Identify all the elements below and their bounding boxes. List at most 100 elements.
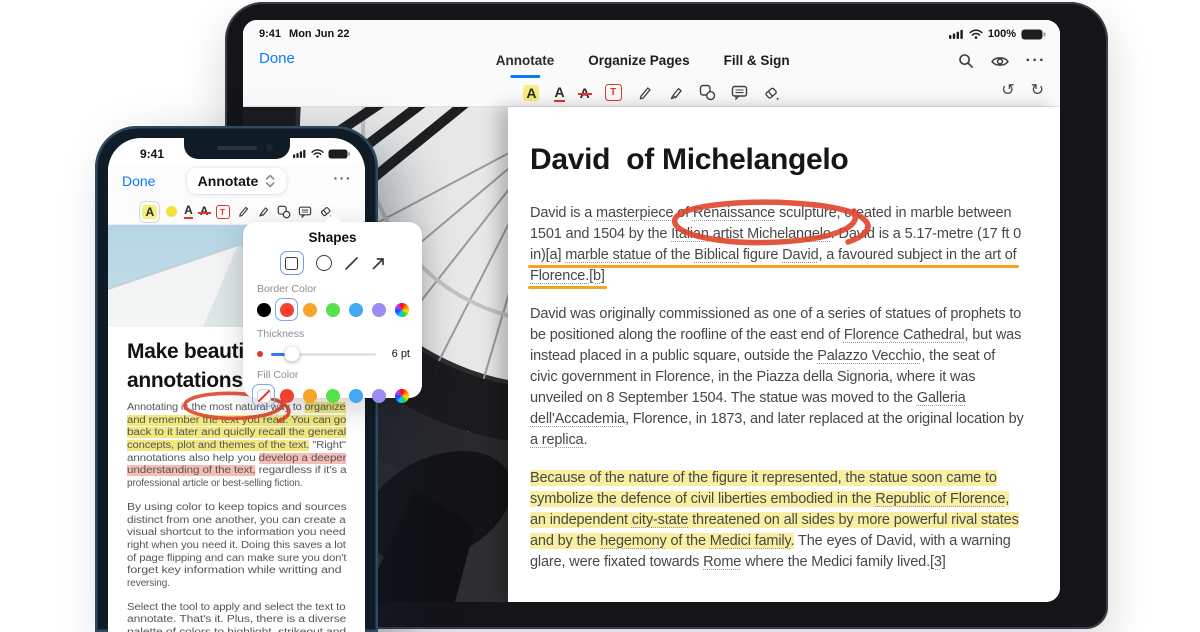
text-line: dell'Accademia, Florence, in 1873, and l… — [530, 409, 1024, 430]
pen-icon[interactable] — [237, 205, 250, 218]
done-button[interactable]: Done — [259, 50, 295, 67]
text-line: and by the hegemony of the Medici family… — [530, 531, 1011, 552]
more-icon[interactable]: ··· — [1026, 52, 1046, 70]
highlighter-text-icon[interactable]: A — [140, 202, 159, 222]
doc-link[interactable]: Italian — [671, 226, 709, 242]
color-swatch-f4402e[interactable] — [275, 384, 298, 407]
status-time: 9:41 — [259, 28, 281, 40]
text-box-icon[interactable]: T — [605, 84, 622, 101]
done-button[interactable]: Done — [122, 173, 155, 189]
redo-icon[interactable]: ↻ — [1031, 80, 1044, 99]
shapes-icon[interactable] — [277, 205, 291, 219]
doc-link[interactable]: Republic of Florence — [875, 491, 1005, 507]
pen-icon[interactable] — [637, 85, 653, 101]
marker-icon[interactable] — [257, 205, 270, 218]
text-box-icon[interactable]: T — [216, 205, 230, 219]
color-swatch-9b8bf3[interactable] — [367, 298, 390, 321]
color-swatch-rainbow[interactable] — [390, 298, 413, 321]
line-shape-button[interactable] — [344, 256, 359, 271]
doc-link[interactable]: Renaissance — [693, 205, 775, 221]
note-icon[interactable] — [298, 206, 312, 218]
document-title: David of Michelangelo — [530, 143, 1045, 177]
color-swatch-57e24b[interactable] — [321, 298, 344, 321]
strikeout-text-icon[interactable]: A — [580, 85, 590, 101]
slider-track[interactable] — [271, 353, 376, 356]
color-swatch-f4402e[interactable] — [275, 298, 298, 321]
color-swatch-rainbow[interactable] — [390, 384, 413, 407]
note-icon[interactable] — [731, 85, 748, 100]
marketing-scene: 9:41 Mon Jun 22 100% — [0, 0, 1200, 632]
eraser-icon[interactable] — [763, 85, 780, 101]
doc-link[interactable]: Galleria — [917, 390, 966, 406]
text-line: forget key information while writting an… — [127, 565, 341, 578]
color-swatch-3fa9f4[interactable] — [344, 384, 367, 407]
view-settings-icon[interactable] — [991, 55, 1009, 68]
color-swatch-none[interactable] — [252, 384, 275, 407]
square-shape-button[interactable] — [280, 251, 304, 275]
color-swatch-57e24b[interactable] — [321, 384, 344, 407]
tab-annotate[interactable]: Annotate — [496, 53, 555, 68]
text-line: concepts, plot and themes of the text. "… — [127, 440, 346, 453]
text-line: instead placed in a public square, outsi… — [530, 346, 995, 367]
mode-tabs: Annotate Organize Pages Fill & Sign — [496, 53, 790, 68]
ipad-nav-bar: Done Annotate Organize Pages Fill & Sign — [243, 46, 1060, 79]
thickness-slider-thumb[interactable] — [285, 347, 300, 362]
text-line: in)[a] marble statue of the Biblical fig… — [530, 245, 1017, 266]
text-line: a replica. — [530, 430, 587, 451]
popup-caret — [324, 214, 342, 223]
doc-link[interactable]: Rome — [703, 554, 741, 570]
doc-link[interactable]: David — [782, 247, 818, 263]
search-icon[interactable] — [958, 53, 974, 69]
doc-link[interactable]: [a] — [546, 247, 562, 263]
doc-link[interactable]: marble statue — [565, 247, 651, 263]
text-line: glare, were fixated towards Rome where t… — [530, 552, 946, 573]
page-body: Annotating is the most natural way to or… — [127, 402, 346, 632]
doc-link[interactable]: Michelangelo — [747, 226, 831, 242]
circle-shape-button[interactable] — [316, 255, 332, 271]
color-swatch-000000[interactable] — [252, 298, 275, 321]
doc-link[interactable]: Florence. — [530, 268, 589, 284]
thickness-slider: 6 pt — [257, 346, 410, 362]
undo-icon[interactable]: ↺ — [1001, 80, 1014, 99]
color-swatch-f7a428[interactable] — [298, 298, 321, 321]
shapes-icon[interactable] — [699, 84, 716, 101]
status-date: Mon Jun 22 — [289, 28, 350, 40]
tab-fill-and-sign[interactable]: Fill & Sign — [724, 53, 790, 68]
doc-link[interactable]: Florence Cathedral — [844, 327, 965, 343]
strikeout-text-icon[interactable]: A — [200, 205, 209, 218]
underline-text-icon[interactable]: A — [554, 84, 564, 102]
highlighter-text-icon[interactable]: A — [523, 85, 539, 101]
paragraph: David is a masterpiece of Renaissance sc… — [530, 203, 1045, 287]
doc-link[interactable]: [3] — [930, 554, 946, 570]
more-icon[interactable]: ··· — [334, 170, 353, 186]
color-swatch-3fa9f4[interactable] — [344, 298, 367, 321]
text-line: Select the tool to apply and select the … — [127, 602, 345, 615]
arrow-shape-button[interactable] — [371, 256, 386, 271]
fill-color-swatches — [252, 384, 413, 407]
doc-link[interactable]: Medici family — [710, 533, 791, 549]
doc-link[interactable]: masterpiece — [596, 205, 673, 221]
text-line: annotate. That's it. Plus, there is a di… — [127, 614, 346, 627]
color-swatch-9b8bf3[interactable] — [367, 384, 390, 407]
paragraph: David was originally commissioned as one… — [530, 304, 1045, 451]
doc-link[interactable]: a replica — [530, 432, 583, 448]
doc-link[interactable]: Palazzo Vecchio — [817, 348, 921, 364]
text-line: Because of the nature of the figure it r… — [530, 468, 997, 489]
text-line: Florence.[b] — [530, 266, 605, 287]
doc-link[interactable]: Biblical — [694, 247, 739, 263]
underline-text-icon[interactable]: A — [184, 204, 193, 219]
doc-link[interactable]: city-state — [632, 512, 689, 528]
chevron-up-down-icon — [265, 174, 275, 188]
color-swatch-icon[interactable] — [166, 206, 177, 217]
doc-link[interactable]: dell'Accademia — [530, 411, 625, 427]
tab-organize-pages[interactable]: Organize Pages — [588, 53, 689, 68]
doc-link[interactable]: [b] — [589, 268, 605, 284]
text-line: annotations also help you develop a deep… — [127, 453, 346, 466]
color-swatch-f7a428[interactable] — [298, 384, 321, 407]
cellular-signal-icon — [293, 149, 307, 158]
mode-selector[interactable]: Annotate — [187, 168, 287, 194]
text-line: palette of colors to highlight, strikeou… — [127, 627, 346, 632]
doc-link[interactable]: hegemony — [600, 533, 667, 549]
thickness-value: 6 pt — [384, 348, 410, 360]
marker-icon[interactable] — [668, 85, 684, 101]
